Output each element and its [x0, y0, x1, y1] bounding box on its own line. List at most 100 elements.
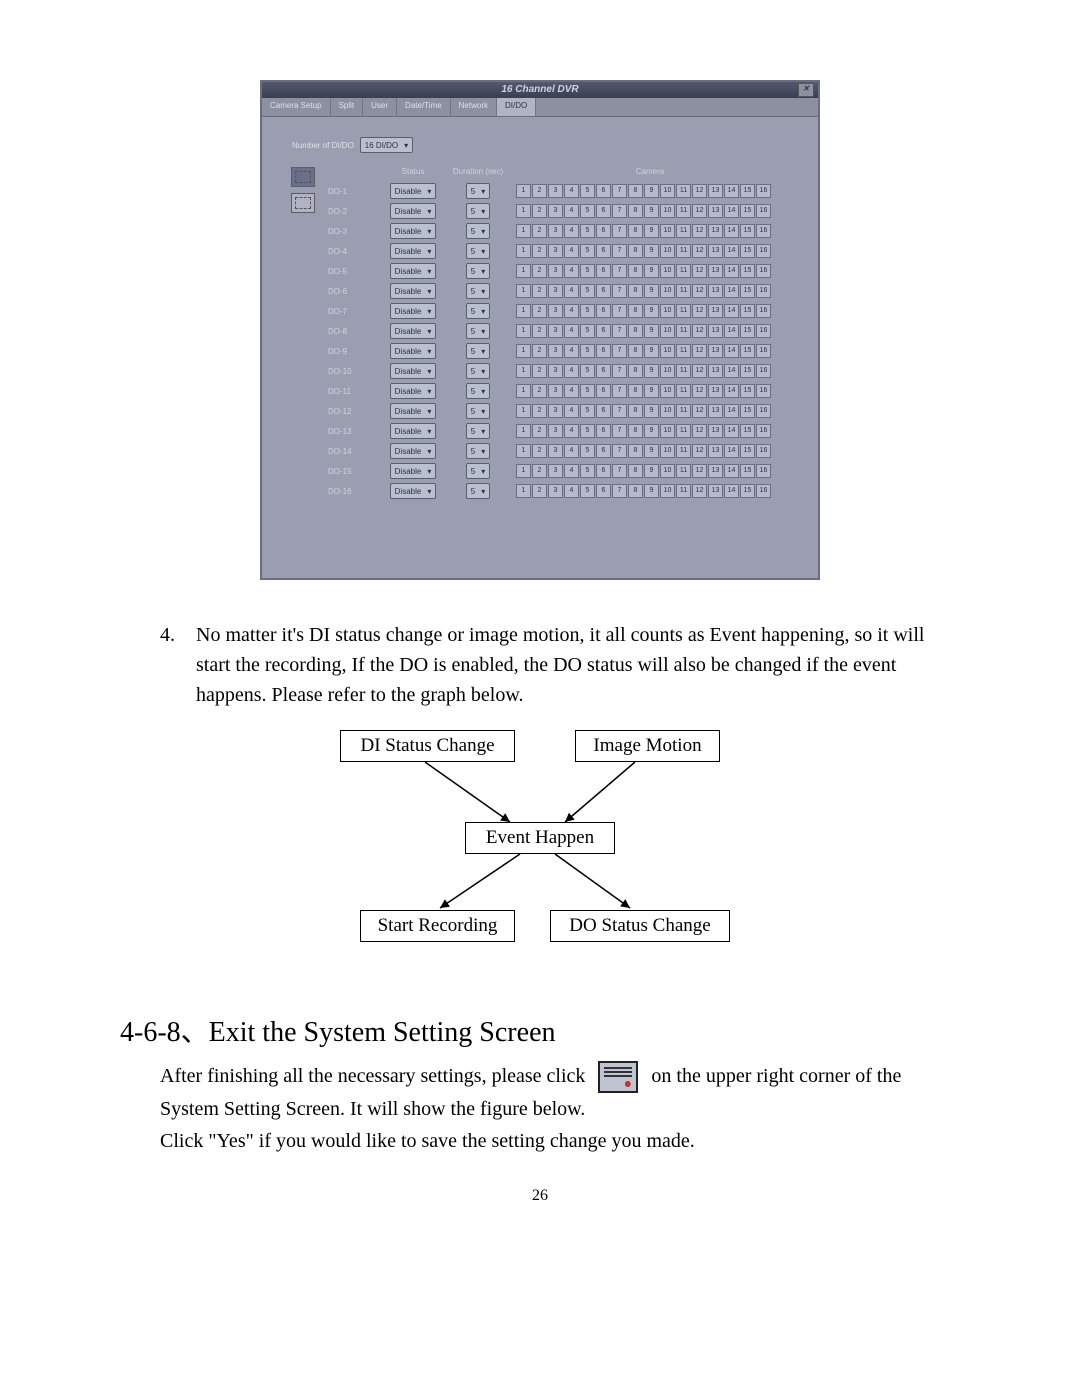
camera-toggle[interactable]: 10 — [660, 264, 675, 278]
status-select[interactable]: Disable — [390, 483, 437, 499]
camera-toggle[interactable]: 4 — [564, 204, 579, 218]
camera-toggle[interactable]: 4 — [564, 344, 579, 358]
camera-toggle[interactable]: 14 — [724, 304, 739, 318]
camera-toggle[interactable]: 3 — [548, 424, 563, 438]
camera-toggle[interactable]: 14 — [724, 284, 739, 298]
camera-toggle[interactable]: 14 — [724, 344, 739, 358]
exit-settings-icon[interactable] — [598, 1061, 638, 1093]
camera-toggle[interactable]: 1 — [516, 444, 531, 458]
status-select[interactable]: Disable — [390, 243, 437, 259]
camera-toggle[interactable]: 2 — [532, 484, 547, 498]
dvr-tab[interactable]: Date/Time — [397, 98, 451, 116]
camera-toggle[interactable]: 9 — [644, 484, 659, 498]
camera-toggle[interactable]: 15 — [740, 284, 755, 298]
camera-toggle[interactable]: 6 — [596, 484, 611, 498]
camera-toggle[interactable]: 3 — [548, 324, 563, 338]
camera-toggle[interactable]: 14 — [724, 384, 739, 398]
camera-toggle[interactable]: 3 — [548, 444, 563, 458]
camera-toggle[interactable]: 13 — [708, 204, 723, 218]
camera-toggle[interactable]: 16 — [756, 484, 771, 498]
camera-toggle[interactable]: 7 — [612, 364, 627, 378]
camera-toggle[interactable]: 2 — [532, 204, 547, 218]
camera-toggle[interactable]: 7 — [612, 184, 627, 198]
camera-toggle[interactable]: 8 — [628, 304, 643, 318]
camera-toggle[interactable]: 16 — [756, 184, 771, 198]
di-tab-icon[interactable] — [291, 167, 315, 187]
camera-toggle[interactable]: 6 — [596, 444, 611, 458]
camera-toggle[interactable]: 8 — [628, 324, 643, 338]
camera-toggle[interactable]: 11 — [676, 184, 691, 198]
camera-toggle[interactable]: 11 — [676, 464, 691, 478]
camera-toggle[interactable]: 9 — [644, 284, 659, 298]
camera-toggle[interactable]: 1 — [516, 244, 531, 258]
camera-toggle[interactable]: 5 — [580, 184, 595, 198]
camera-toggle[interactable]: 11 — [676, 444, 691, 458]
camera-toggle[interactable]: 6 — [596, 224, 611, 238]
camera-toggle[interactable]: 4 — [564, 264, 579, 278]
camera-toggle[interactable]: 11 — [676, 224, 691, 238]
camera-toggle[interactable]: 15 — [740, 224, 755, 238]
camera-toggle[interactable]: 10 — [660, 284, 675, 298]
camera-toggle[interactable]: 9 — [644, 384, 659, 398]
camera-toggle[interactable]: 4 — [564, 324, 579, 338]
camera-toggle[interactable]: 14 — [724, 484, 739, 498]
camera-toggle[interactable]: 10 — [660, 304, 675, 318]
camera-toggle[interactable]: 1 — [516, 324, 531, 338]
camera-toggle[interactable]: 13 — [708, 324, 723, 338]
camera-toggle[interactable]: 12 — [692, 384, 707, 398]
duration-select[interactable]: 5 — [466, 183, 490, 199]
camera-toggle[interactable]: 11 — [676, 284, 691, 298]
duration-select[interactable]: 5 — [466, 223, 490, 239]
camera-toggle[interactable]: 1 — [516, 264, 531, 278]
camera-toggle[interactable]: 14 — [724, 444, 739, 458]
camera-toggle[interactable]: 13 — [708, 364, 723, 378]
camera-toggle[interactable]: 9 — [644, 404, 659, 418]
camera-toggle[interactable]: 9 — [644, 444, 659, 458]
dvr-tab[interactable]: Network — [451, 98, 497, 116]
camera-toggle[interactable]: 1 — [516, 284, 531, 298]
camera-toggle[interactable]: 5 — [580, 344, 595, 358]
camera-toggle[interactable]: 16 — [756, 404, 771, 418]
camera-toggle[interactable]: 13 — [708, 184, 723, 198]
status-select[interactable]: Disable — [390, 283, 437, 299]
camera-toggle[interactable]: 13 — [708, 264, 723, 278]
camera-toggle[interactable]: 12 — [692, 344, 707, 358]
duration-select[interactable]: 5 — [466, 203, 490, 219]
camera-toggle[interactable]: 3 — [548, 384, 563, 398]
camera-toggle[interactable]: 6 — [596, 184, 611, 198]
camera-toggle[interactable]: 13 — [708, 344, 723, 358]
camera-toggle[interactable]: 14 — [724, 244, 739, 258]
status-select[interactable]: Disable — [390, 403, 437, 419]
duration-select[interactable]: 5 — [466, 383, 490, 399]
camera-toggle[interactable]: 11 — [676, 264, 691, 278]
status-select[interactable]: Disable — [390, 343, 437, 359]
duration-select[interactable]: 5 — [466, 363, 490, 379]
camera-toggle[interactable]: 1 — [516, 484, 531, 498]
camera-toggle[interactable]: 9 — [644, 244, 659, 258]
camera-toggle[interactable]: 10 — [660, 324, 675, 338]
camera-toggle[interactable]: 1 — [516, 204, 531, 218]
camera-toggle[interactable]: 13 — [708, 444, 723, 458]
duration-select[interactable]: 5 — [466, 283, 490, 299]
camera-toggle[interactable]: 8 — [628, 464, 643, 478]
camera-toggle[interactable]: 9 — [644, 224, 659, 238]
camera-toggle[interactable]: 4 — [564, 224, 579, 238]
camera-toggle[interactable]: 5 — [580, 444, 595, 458]
camera-toggle[interactable]: 5 — [580, 284, 595, 298]
camera-toggle[interactable]: 7 — [612, 264, 627, 278]
camera-toggle[interactable]: 10 — [660, 244, 675, 258]
camera-toggle[interactable]: 6 — [596, 204, 611, 218]
dido-select[interactable]: 16 DI/DO — [360, 137, 413, 153]
status-select[interactable]: Disable — [390, 383, 437, 399]
camera-toggle[interactable]: 14 — [724, 424, 739, 438]
camera-toggle[interactable]: 14 — [724, 184, 739, 198]
camera-toggle[interactable]: 16 — [756, 204, 771, 218]
status-select[interactable]: Disable — [390, 183, 437, 199]
do-tab-icon[interactable] — [291, 193, 315, 213]
camera-toggle[interactable]: 7 — [612, 344, 627, 358]
camera-toggle[interactable]: 16 — [756, 464, 771, 478]
camera-toggle[interactable]: 13 — [708, 244, 723, 258]
duration-select[interactable]: 5 — [466, 323, 490, 339]
camera-toggle[interactable]: 9 — [644, 464, 659, 478]
camera-toggle[interactable]: 11 — [676, 304, 691, 318]
